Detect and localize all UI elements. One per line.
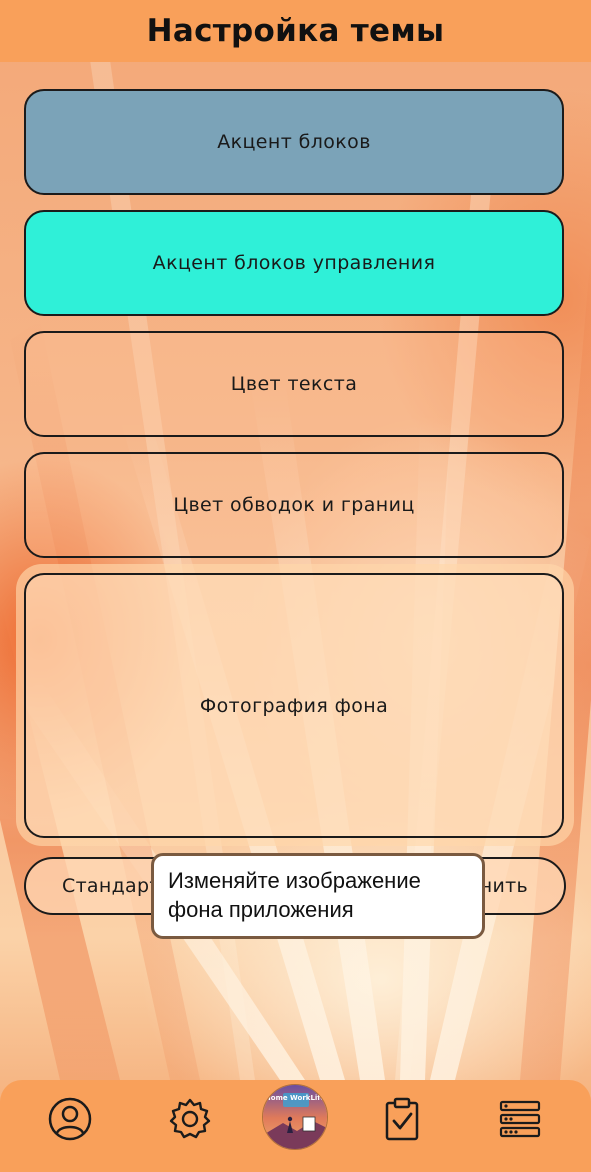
profile-icon[interactable] xyxy=(46,1095,94,1143)
border-color-button[interactable]: Цвет обводок и границ xyxy=(24,452,564,558)
header-bar: Настройка темы xyxy=(0,0,591,62)
page-title: Настройка темы xyxy=(146,13,445,49)
control-accent-button[interactable]: Акцент блоков управления xyxy=(24,210,564,316)
border-color-label: Цвет обводок и границ xyxy=(173,494,415,516)
text-color-label: Цвет текста xyxy=(230,373,358,395)
hint-tooltip: Изменяйте изображение фона приложения xyxy=(151,853,485,939)
control-accent-label: Акцент блоков управления xyxy=(152,252,436,274)
settings-gear-icon[interactable] xyxy=(166,1095,214,1143)
app-avatar[interactable]: Home WorkLife xyxy=(262,1084,328,1150)
block-accent-button[interactable]: Акцент блоков xyxy=(24,89,564,195)
default-button-label: Стандарт xyxy=(62,875,161,897)
save-button-label: нить xyxy=(479,875,528,897)
clipboard-check-icon[interactable] xyxy=(378,1095,426,1143)
tooltip-line-2: фона приложения xyxy=(168,897,354,922)
app-avatar-label: Home WorkLife xyxy=(264,1094,326,1102)
background-photo-button[interactable]: Фотография фона xyxy=(24,573,564,838)
tooltip-line-1: Изменяйте изображение xyxy=(168,868,421,893)
text-color-button[interactable]: Цвет текста xyxy=(24,331,564,437)
block-accent-label: Акцент блоков xyxy=(217,131,371,153)
list-menu-icon[interactable] xyxy=(496,1095,544,1143)
background-photo-label: Фотография фона xyxy=(199,694,389,717)
